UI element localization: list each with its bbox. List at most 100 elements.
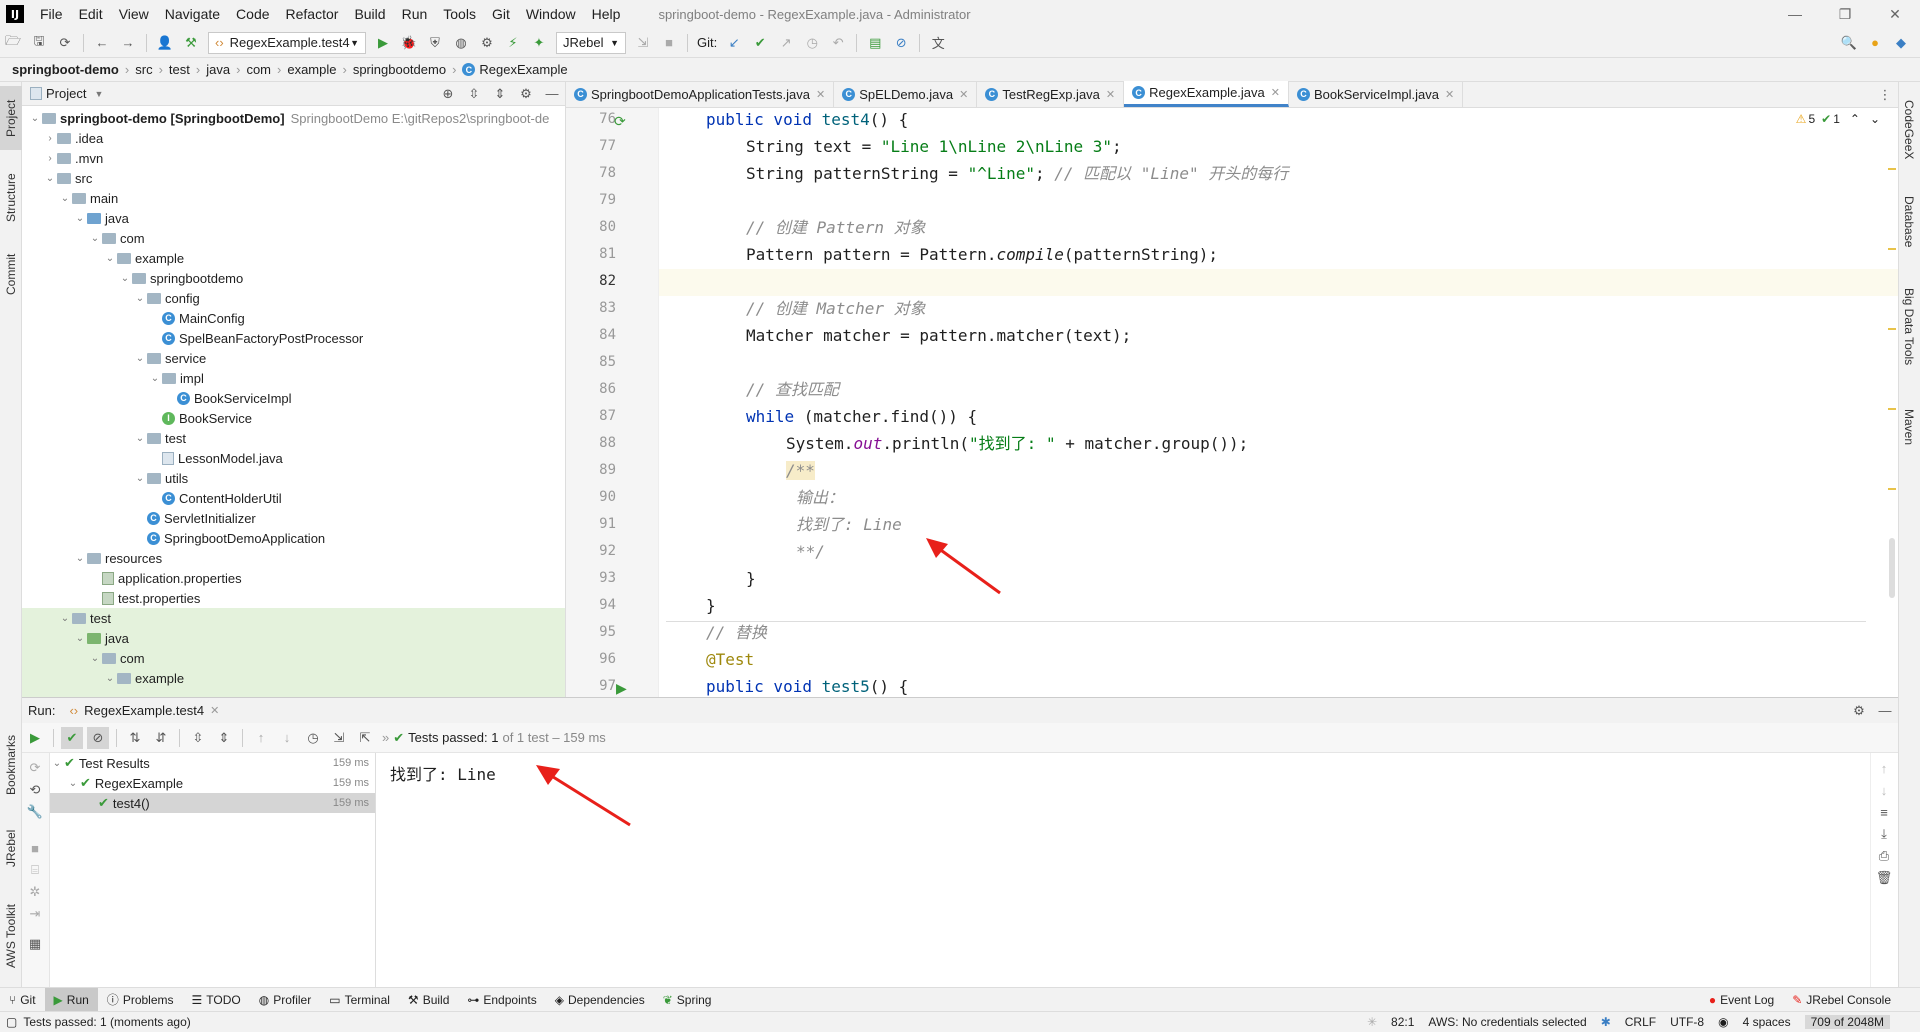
tree-item[interactable]: C SpringbootDemoApplication xyxy=(22,528,565,548)
run-test-gutter-icon[interactable]: ▶ xyxy=(616,680,627,697)
breadcrumb-item[interactable]: com xyxy=(246,62,271,77)
memory-indicator[interactable]: 709 of 2048M xyxy=(1804,1015,1890,1029)
menu-help[interactable]: Help xyxy=(584,6,629,22)
tool-tab-terminal[interactable]: ▭ Terminal xyxy=(320,988,399,1012)
settings-icon[interactable]: ✲ xyxy=(24,881,46,903)
tree-item[interactable]: ⌄ java xyxy=(22,628,565,648)
sort-duration-icon[interactable]: ⇵ xyxy=(150,727,172,749)
git-commit-icon[interactable]: ✔ xyxy=(749,32,771,54)
tree-item[interactable]: ⌄ springbootdemo xyxy=(22,268,565,288)
menu-refactor[interactable]: Refactor xyxy=(278,6,347,22)
menu-view[interactable]: View xyxy=(111,6,157,22)
inspection-widget[interactable]: ⚠ 5 ✔ 1 ⌃ ⌄ xyxy=(1796,112,1880,126)
hammer-icon[interactable]: ⚒ xyxy=(180,32,202,54)
code-editor[interactable]: 76 77 78 79 80 81 82 83 84 85 86 87 88 89 90 91 92 93 94 95… xyxy=(566,108,1898,697)
editor-tab-active[interactable]: C RegexExample.java ✕ xyxy=(1124,81,1289,107)
trash-icon[interactable]: 🗑 xyxy=(1873,867,1895,889)
rerun-failed-icon[interactable]: ⟳ xyxy=(24,757,46,779)
tree-item[interactable]: C ServletInitializer xyxy=(22,508,565,528)
git-push-icon[interactable]: ↗ xyxy=(775,32,797,54)
scroll-down-icon[interactable]: ↓ xyxy=(1873,779,1895,801)
tree-item[interactable]: ⌄ utils xyxy=(22,468,565,488)
debug-icon[interactable]: 🐞 xyxy=(398,32,420,54)
close-icon[interactable]: ✕ xyxy=(816,88,825,101)
tree-item[interactable]: C ContentHolderUtil xyxy=(22,488,565,508)
sync-icon[interactable]: ⟳ xyxy=(54,32,76,54)
tree-item[interactable]: ⌄ impl xyxy=(22,368,565,388)
scroll-up-icon[interactable]: ↑ xyxy=(1873,757,1895,779)
test-row[interactable]: ⌄ ✔ RegexExample 159 ms xyxy=(50,773,375,793)
print-icon[interactable]: ⎙ xyxy=(1873,845,1895,867)
tool-tab-commit[interactable]: Commit xyxy=(0,242,22,306)
layout-icon[interactable]: ▦ xyxy=(24,933,46,955)
gear-icon[interactable]: ⚙ xyxy=(1848,700,1870,722)
gear-icon[interactable]: ⚙ xyxy=(515,83,537,105)
sort-alpha-icon[interactable]: ⇅ xyxy=(124,727,146,749)
chevron-down-icon[interactable]: ⌄ xyxy=(133,433,147,444)
scroll-to-end-icon[interactable]: ⤓ xyxy=(1873,823,1895,845)
tool-tab-database[interactable]: Database xyxy=(1898,182,1920,262)
status-message[interactable]: Tests passed: 1 (moments ago) xyxy=(23,1015,190,1029)
indent-setting[interactable]: 4 spaces xyxy=(1743,1015,1791,1029)
aws-status[interactable]: AWS: No credentials selected xyxy=(1428,1015,1586,1029)
history-icon[interactable]: ◷ xyxy=(801,32,823,54)
soft-wrap-icon[interactable]: ≡ xyxy=(1873,801,1895,823)
tool-tab-event-log[interactable]: ● Event Log xyxy=(1700,988,1783,1012)
scroll-thumb[interactable] xyxy=(1889,538,1895,598)
more-icon[interactable]: » xyxy=(382,730,389,745)
tool-tab-problems[interactable]: ⓘ Problems xyxy=(98,988,183,1012)
breadcrumb-item[interactable]: java xyxy=(206,62,230,77)
editor-scrollbar[interactable] xyxy=(1888,138,1896,697)
update-icon[interactable]: ● xyxy=(1864,32,1886,54)
menu-code[interactable]: Code xyxy=(228,6,277,22)
run-test-gutter-icon[interactable]: ⟳ xyxy=(614,113,626,130)
test-row[interactable]: ⌄ ✔ Test Results 159 ms xyxy=(50,753,375,773)
project-header-label[interactable]: Project xyxy=(46,86,86,101)
stop-icon[interactable]: ■ xyxy=(658,32,680,54)
menu-file[interactable]: File xyxy=(32,6,71,22)
tool-tab-jrebel-console[interactable]: ✎ JRebel Console xyxy=(1783,988,1900,1012)
search-icon[interactable]: 🔍 xyxy=(1838,32,1860,54)
tool-tab-profiler[interactable]: ◍ Profiler xyxy=(250,988,321,1012)
chevron-right-icon[interactable]: › xyxy=(43,153,57,164)
tool-tab-spring[interactable]: ❦ Spring xyxy=(654,988,721,1012)
tree-item[interactable]: ⌄ config xyxy=(22,288,565,308)
git-update-icon[interactable]: ↙ xyxy=(723,32,745,54)
tree-item[interactable]: ⌄ resources xyxy=(22,548,565,568)
status-panel-icon[interactable]: ▢ xyxy=(6,1015,17,1029)
collapse-all-icon[interactable]: ⇕ xyxy=(213,727,235,749)
tree-item[interactable]: › .idea xyxy=(22,128,565,148)
run-tab-label[interactable]: RegexExample.test4 xyxy=(84,703,204,718)
close-button[interactable]: ✕ xyxy=(1870,0,1920,28)
tree-item[interactable]: ⌄ springboot-demo [SpringbootDemo] Springb… xyxy=(22,108,565,128)
tool-tab-endpoints[interactable]: ⊶ Endpoints xyxy=(458,988,545,1012)
rollback-icon[interactable]: ↶ xyxy=(827,32,849,54)
chevron-down-icon[interactable]: ⌄ xyxy=(103,253,117,264)
menu-edit[interactable]: Edit xyxy=(71,6,111,22)
import-icon[interactable]: ⇲ xyxy=(328,727,350,749)
tree-item[interactable]: C MainConfig xyxy=(22,308,565,328)
toggle-auto-test-icon[interactable]: ⟲ xyxy=(24,779,46,801)
chevron-down-icon[interactable]: ⌄ xyxy=(58,193,72,204)
line-separator[interactable]: CRLF xyxy=(1625,1015,1656,1029)
chevron-up-icon[interactable]: ⌃ xyxy=(1850,112,1860,126)
tree-item[interactable]: ⌄ main xyxy=(22,188,565,208)
jrebel-select[interactable]: JRebel ▼ xyxy=(556,31,626,54)
tree-item[interactable]: test.properties xyxy=(22,588,565,608)
breadcrumb-item[interactable]: test xyxy=(169,62,190,77)
forward-icon[interactable]: → xyxy=(117,32,139,54)
close-icon[interactable]: ✕ xyxy=(959,88,968,101)
chevron-down-icon[interactable]: ⌄ xyxy=(133,473,147,484)
chevron-down-icon[interactable]: ⌄ xyxy=(88,653,102,664)
test-row-selected[interactable]: ✔ test4() 159 ms xyxy=(50,793,375,813)
monitor-icon[interactable]: ▤ xyxy=(864,32,886,54)
tool-tab-maven[interactable]: Maven xyxy=(1898,392,1920,462)
show-passed-icon[interactable]: ✔ xyxy=(61,726,83,749)
tool-tab-dependencies[interactable]: ◈ Dependencies xyxy=(546,988,654,1012)
no-entry-icon[interactable]: ⊘ xyxy=(890,32,912,54)
user-icon[interactable]: 👤 xyxy=(154,32,176,54)
open-folder-icon[interactable]: 🗁 xyxy=(2,32,24,54)
chevron-down-icon[interactable]: ⌄ xyxy=(103,673,117,684)
tool-tab-run[interactable]: ▶ Run xyxy=(44,987,98,1012)
export-icon[interactable]: ⇱ xyxy=(354,727,376,749)
